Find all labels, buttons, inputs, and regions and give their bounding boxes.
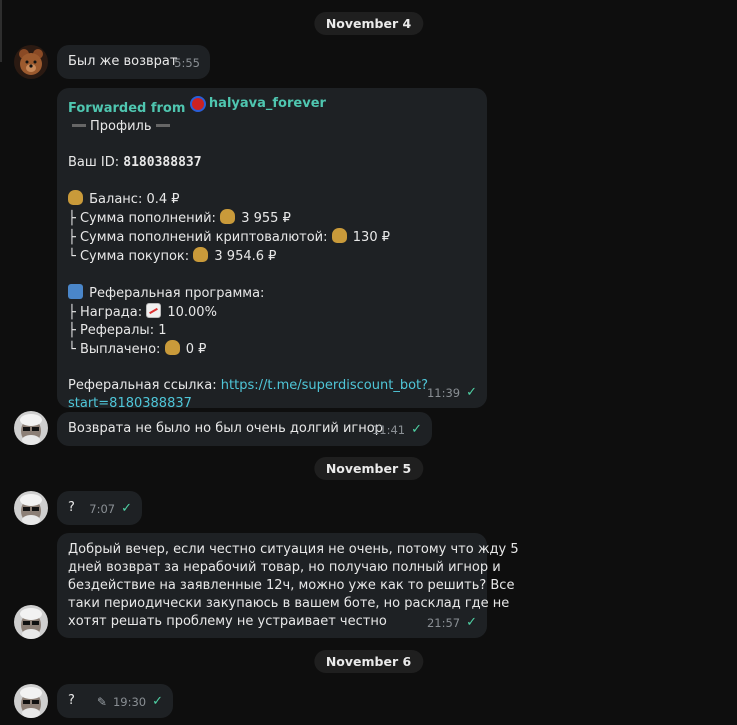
pencil-icon: ✎	[96, 695, 107, 709]
selection-accent-line	[0, 0, 2, 62]
message-bubble[interactable]: Был же возврат 5:55	[57, 45, 210, 79]
dash-decoration	[72, 124, 86, 127]
message-text: ?	[68, 693, 75, 708]
message-text-line: дней возврат за нерабочий товар, но полу…	[68, 560, 501, 575]
forward-source-avatar	[189, 96, 206, 112]
message-text: ?	[68, 500, 75, 515]
deposits-line: ├ Сумма пополнений: 3 955 ₽	[68, 209, 291, 226]
double-check-icon: ✓	[121, 501, 132, 516]
date-separator: November 4	[313, 12, 424, 35]
money-bag-icon	[220, 209, 236, 224]
chart-increasing-icon	[146, 303, 162, 318]
message-time: 7:07	[89, 502, 116, 516]
referral-link-continued[interactable]: start=8180388837	[68, 395, 476, 413]
avatar-user[interactable]	[14, 491, 48, 525]
referral-link-line: Реферальная ссылка: https://t.me/superdi…	[68, 378, 429, 393]
message-text-line: Добрый вечер, если честно ситуация не оч…	[68, 542, 519, 557]
message-text: Возврата не было но был очень долгий игн…	[68, 421, 383, 436]
message-time: 19:30	[112, 695, 147, 709]
profile-title-line: Профиль	[68, 118, 476, 136]
money-bag-icon	[68, 190, 83, 205]
message-time: 21:57	[426, 616, 461, 630]
message-time: 11:39	[426, 386, 461, 400]
paid-line: └ Выплачено: 0 ₽	[68, 340, 207, 357]
message-time: 11:41	[371, 423, 406, 437]
referrals-line: ├ Рефералы: 1	[68, 323, 167, 338]
message-bubble[interactable]: Возврата не было но был очень долгий игн…	[57, 412, 432, 446]
forwarded-message-bubble[interactable]: Forwarded from halyava_forever Профиль В…	[57, 88, 487, 411]
avatar-user[interactable]	[14, 411, 48, 445]
forward-source-name[interactable]: halyava_forever	[209, 95, 326, 113]
forwarded-header[interactable]: Forwarded from halyava_forever	[68, 95, 476, 118]
avatar-bear[interactable]	[14, 45, 48, 79]
money-bag-icon	[331, 228, 347, 243]
money-bag-icon	[164, 340, 180, 355]
user-id-line: Ваш ID: 8180388837	[68, 155, 202, 170]
date-separator: November 6	[313, 650, 424, 673]
user-id-value[interactable]: 8180388837	[123, 155, 201, 170]
double-check-icon: ✓	[411, 422, 422, 437]
reward-line: ├ Награда: 10.00%	[68, 303, 217, 320]
message-text: Был же возврат	[68, 54, 178, 69]
money-bag-icon	[193, 247, 209, 262]
message-text-line: бездействие на заявленные 12ч, можно уже…	[68, 578, 515, 593]
referral-link[interactable]: https://t.me/superdiscount_bot?	[221, 378, 428, 393]
message-bubble[interactable]: ? 7:07 ✓	[57, 491, 142, 525]
message-bubble[interactable]: ? ✎ 19:30 ✓	[57, 684, 173, 718]
message-text-line: таки периодически закупаюсь в вашем боте…	[68, 596, 510, 611]
balance-line: Баланс: 0.4 ₽	[68, 190, 476, 209]
crypto-deposits-line: ├ Сумма пополнений криптовалютой: 130 ₽	[68, 228, 390, 245]
avatar-user[interactable]	[14, 605, 48, 639]
avatar-user[interactable]	[14, 684, 48, 718]
double-check-icon: ✓	[466, 615, 477, 630]
message-text-line: хотят решать проблему не устраивает чест…	[68, 614, 387, 629]
double-check-icon: ✓	[466, 385, 477, 400]
message-bubble[interactable]: Добрый вечер, если честно ситуация не оч…	[57, 533, 519, 638]
date-separator: November 5	[313, 457, 424, 480]
double-check-icon: ✓	[152, 694, 163, 709]
dash-decoration	[155, 124, 170, 127]
people-icon	[68, 284, 83, 299]
message-time: 5:55	[174, 56, 200, 70]
purchases-line: └ Сумма покупок: 3 954.6 ₽	[68, 247, 277, 264]
referral-title-line: Реферальная программа:	[68, 284, 476, 303]
